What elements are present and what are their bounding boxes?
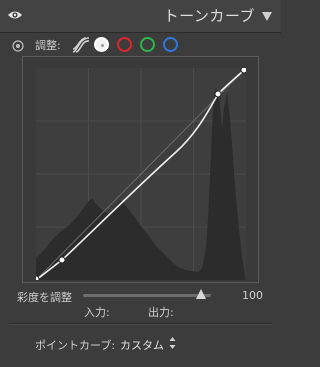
panel-header: トーンカーブ xyxy=(0,0,281,33)
saturation-label: 彩度を調整 xyxy=(17,291,72,304)
eye-icon[interactable] xyxy=(7,9,23,21)
saturation-slider-track[interactable] xyxy=(83,294,211,297)
blue-channel-button[interactable] xyxy=(163,37,178,52)
point-curve-label: ポイントカーブ: xyxy=(35,339,116,352)
parametric-curve-icon[interactable] xyxy=(71,36,91,54)
saturation-slider-thumb[interactable] xyxy=(196,289,206,299)
curve-point[interactable] xyxy=(58,256,66,264)
input-label: 入力: xyxy=(84,306,110,319)
divider xyxy=(9,323,272,325)
green-channel-button[interactable] xyxy=(140,37,155,52)
red-channel-button[interactable] xyxy=(117,37,132,52)
output-label: 出力: xyxy=(148,306,174,319)
saturation-value[interactable]: 100 xyxy=(242,289,263,302)
tone-curve-graph[interactable] xyxy=(36,68,246,280)
point-curve-select[interactable]: カスタム xyxy=(120,337,164,353)
curve-point[interactable] xyxy=(214,90,222,98)
collapse-triangle-icon[interactable] xyxy=(262,12,272,21)
up-down-arrows-icon[interactable] xyxy=(169,336,176,350)
adjust-label: 調整: xyxy=(35,39,61,52)
curve-point[interactable] xyxy=(240,68,246,74)
rgb-channel-button[interactable] xyxy=(94,37,109,52)
panel-title: トーンカーブ xyxy=(163,7,255,25)
target-adjustment-icon[interactable] xyxy=(12,40,24,52)
